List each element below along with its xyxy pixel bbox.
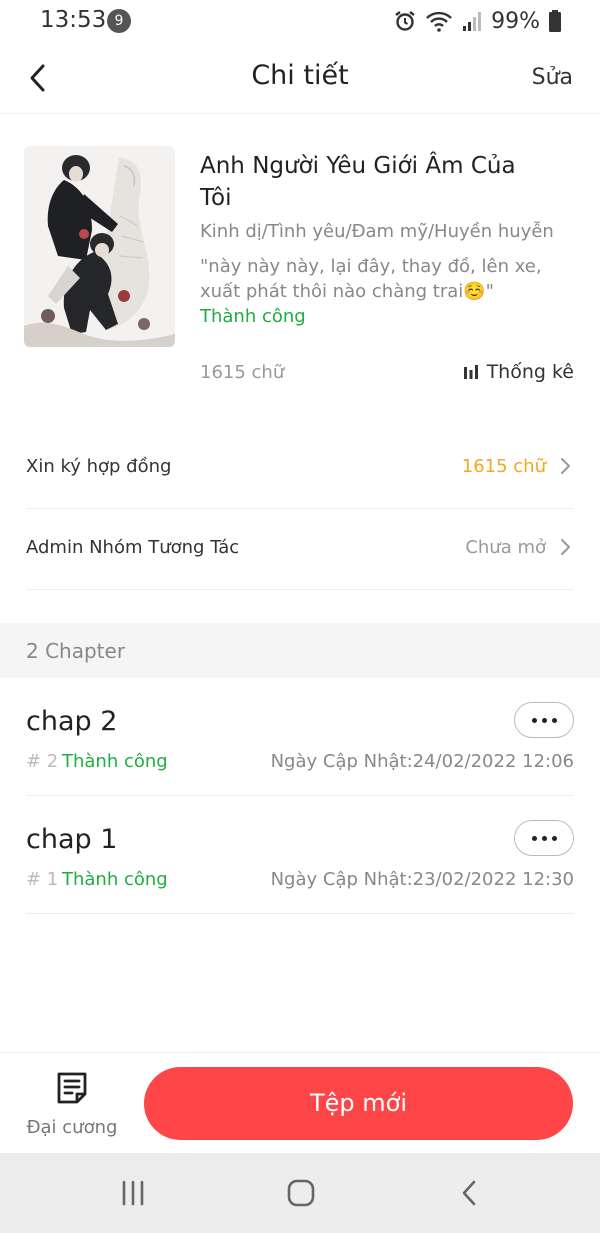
book-genres: Kinh dị/Tình yêu/Đam mỹ/Huyền huyễn	[200, 221, 554, 242]
chapter-updated-date: Ngày Cập Nhật:24/02/2022 12:06	[270, 751, 574, 772]
alarm-icon	[395, 11, 415, 31]
chapter-status: Thành công	[62, 869, 168, 890]
battery-icon	[549, 10, 561, 32]
status-bar: 13:53 9 99%	[0, 0, 600, 42]
admin-group-value: Chưa mở	[465, 537, 546, 558]
chevron-right-icon	[561, 458, 570, 474]
book-status: Thành công	[200, 306, 306, 327]
document-icon	[57, 1072, 87, 1104]
chapter-more-button[interactable]	[514, 820, 574, 856]
contract-request-row[interactable]: Xin ký hợp đồng 1615 chữ	[26, 428, 574, 509]
status-time: 13:53	[40, 7, 107, 33]
signal-icon	[463, 12, 482, 31]
outline-label: Đại cương	[26, 1117, 118, 1138]
contract-request-value: 1615 chữ	[461, 456, 546, 477]
chapter-number: # 2	[26, 751, 59, 772]
bottom-action-bar: Đại cương Tệp mới	[0, 1052, 600, 1153]
app-header: Chi tiết Sửa	[0, 42, 600, 114]
home-button[interactable]	[281, 1177, 321, 1209]
outline-button[interactable]: Đại cương	[22, 1069, 122, 1145]
more-dot	[531, 835, 537, 841]
chapter-number: # 1	[26, 869, 59, 890]
chapter-item[interactable]: chap 2 # 2 Thành công Ngày Cập Nhật:24/0…	[26, 678, 574, 796]
more-dot	[531, 717, 537, 723]
new-file-button[interactable]: Tệp mới	[144, 1067, 573, 1140]
chapter-name: chap 2	[26, 706, 118, 737]
cover-illustration	[24, 146, 175, 347]
edit-button[interactable]: Sửa	[532, 65, 573, 90]
more-dot	[551, 717, 557, 723]
recent-apps-icon	[122, 1180, 144, 1206]
notification-count-badge: 9	[107, 9, 131, 33]
admin-group-label: Admin Nhóm Tương Tác	[26, 537, 240, 558]
book-word-count: 1615 chữ	[200, 362, 285, 383]
bar-chart-icon	[463, 365, 478, 379]
system-back-icon	[462, 1180, 476, 1206]
book-title: Anh Người Yêu Giới Âm Của Tôi	[200, 153, 516, 211]
chapter-updated-date: Ngày Cập Nhật:23/02/2022 12:30	[270, 869, 574, 890]
home-icon	[287, 1179, 315, 1207]
more-dot	[541, 717, 547, 723]
chevron-right-icon	[561, 539, 570, 555]
chapter-count: 2 Chapter	[26, 639, 126, 663]
more-dot	[541, 835, 547, 841]
contract-request-label: Xin ký hợp đồng	[26, 456, 172, 477]
system-back-button[interactable]	[449, 1177, 489, 1209]
book-cover-image[interactable]	[24, 146, 175, 347]
chapter-status: Thành công	[62, 751, 168, 772]
status-icons: 99%	[393, 6, 562, 36]
chapter-name: chap 1	[26, 824, 118, 855]
more-dot	[551, 835, 557, 841]
chapter-more-button[interactable]	[514, 702, 574, 738]
chapter-item[interactable]: chap 1 # 1 Thành công Ngày Cập Nhật:23/0…	[26, 796, 574, 914]
book-description: "này này này, lại đây, thay đồ, lên xe, …	[200, 256, 542, 302]
battery-level: 99%	[491, 8, 540, 34]
stats-button[interactable]: Thống kê	[463, 361, 574, 383]
system-nav-bar	[0, 1153, 600, 1233]
stats-label: Thống kê	[486, 361, 574, 383]
wifi-icon	[426, 11, 452, 32]
recent-apps-button[interactable]	[113, 1177, 153, 1209]
page-title: Chi tiết	[251, 60, 349, 91]
chapter-section-header: 2 Chapter	[0, 623, 600, 678]
admin-group-row[interactable]: Admin Nhóm Tương Tác Chưa mở	[26, 509, 574, 590]
